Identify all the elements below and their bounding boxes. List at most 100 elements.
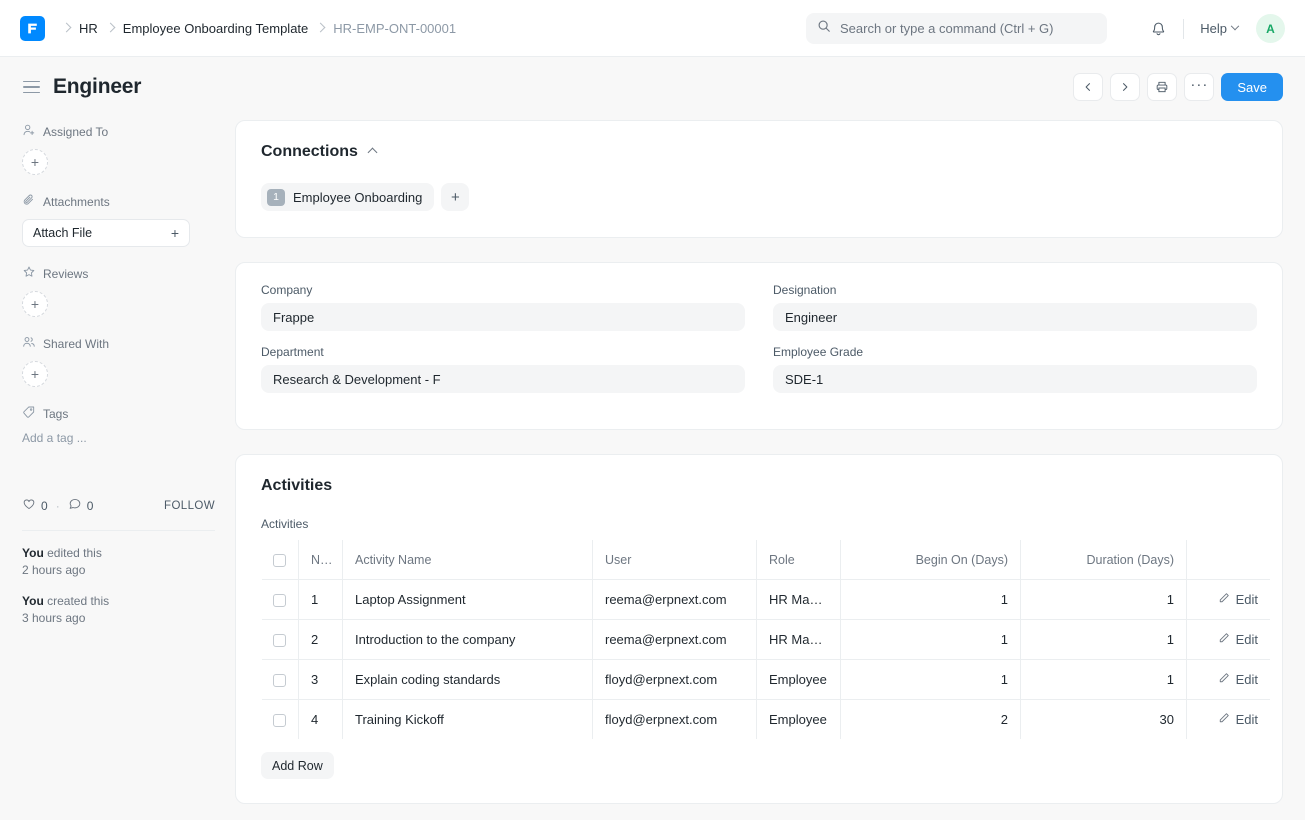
field-designation: Designation Engineer	[773, 283, 1257, 331]
edit-row-button[interactable]: Edit	[1199, 620, 1258, 659]
follow-button[interactable]: FOLLOW	[164, 500, 215, 512]
row-activity-name[interactable]: Explain coding standards	[343, 660, 593, 700]
row-checkbox[interactable]	[273, 674, 286, 687]
row-role[interactable]: HR Mana...	[757, 620, 841, 660]
chevron-up-icon[interactable]	[369, 143, 376, 161]
row-role[interactable]: Employee	[757, 660, 841, 700]
add-tag-input[interactable]: Add a tag ...	[22, 431, 215, 445]
row-begin-on[interactable]: 1	[841, 580, 1021, 620]
like-count: 0	[41, 499, 48, 513]
reviews-label: Reviews	[43, 267, 88, 281]
field-department: Department Research & Development - F	[261, 345, 745, 393]
company-label: Company	[261, 283, 745, 297]
add-review-button[interactable]: +	[22, 291, 48, 317]
company-input[interactable]: Frappe	[261, 303, 745, 331]
edit-label: Edit	[1236, 712, 1258, 727]
row-activity-name[interactable]: Laptop Assignment	[343, 580, 593, 620]
add-assignment-button[interactable]: +	[22, 149, 48, 175]
pencil-icon	[1218, 632, 1230, 647]
header-activity-name: Activity Name	[343, 540, 593, 580]
row-begin-on[interactable]: 1	[841, 620, 1021, 660]
row-select-cell	[262, 580, 299, 620]
row-duration[interactable]: 1	[1021, 580, 1187, 620]
field-company: Company Frappe	[261, 283, 745, 331]
designation-input[interactable]: Engineer	[773, 303, 1257, 331]
hamburger-menu-icon[interactable]	[23, 81, 40, 94]
breadcrumb-item-template[interactable]: Employee Onboarding Template	[118, 19, 314, 38]
stats-separator: ·	[56, 499, 60, 513]
edit-label: Edit	[1236, 632, 1258, 647]
users-icon	[22, 335, 36, 352]
header-duration: Duration (Days)	[1021, 540, 1187, 580]
more-options-button[interactable]: ···	[1184, 73, 1214, 101]
page-header: Engineer ··· Save	[0, 57, 1305, 117]
row-user[interactable]: floyd@erpnext.com	[593, 700, 757, 740]
table-row[interactable]: 4 Training Kickoff floyd@erpnext.com Emp…	[262, 700, 1271, 740]
table-row[interactable]: 2 Introduction to the company reema@erpn…	[262, 620, 1271, 660]
pencil-icon	[1218, 672, 1230, 687]
row-activity-name[interactable]: Training Kickoff	[343, 700, 593, 740]
help-menu-button[interactable]: Help	[1194, 17, 1244, 40]
breadcrumb-item-hr[interactable]: HR	[74, 19, 103, 38]
row-role[interactable]: HR Mana...	[757, 580, 841, 620]
row-select-cell	[262, 660, 299, 700]
add-share-button[interactable]: +	[22, 361, 48, 387]
connections-list: 1 Employee Onboarding +	[261, 183, 1257, 211]
chevron-right-icon[interactable]	[1110, 73, 1140, 101]
help-label: Help	[1200, 21, 1227, 36]
tag-icon	[22, 405, 36, 422]
printer-icon[interactable]	[1147, 73, 1177, 101]
edit-row-button[interactable]: Edit	[1199, 580, 1258, 619]
paperclip-icon	[22, 193, 36, 210]
page-header-actions: ··· Save	[1073, 57, 1283, 117]
edit-row-button[interactable]: Edit	[1199, 660, 1258, 699]
search-box[interactable]	[806, 13, 1107, 44]
assigned-to-header: Assigned To	[22, 123, 215, 140]
row-checkbox[interactable]	[273, 594, 286, 607]
row-duration[interactable]: 1	[1021, 660, 1187, 700]
row-role[interactable]: Employee	[757, 700, 841, 740]
row-user[interactable]: floyd@erpnext.com	[593, 660, 757, 700]
row-user[interactable]: reema@erpnext.com	[593, 620, 757, 660]
shared-with-header: Shared With	[22, 335, 215, 352]
social-stats-row: 0 · 0 FOLLOW	[22, 497, 215, 514]
row-begin-on[interactable]: 1	[841, 660, 1021, 700]
search-container	[806, 13, 1107, 44]
save-button[interactable]: Save	[1221, 73, 1283, 101]
log-action: edited this	[44, 546, 102, 560]
search-input[interactable]	[838, 20, 1096, 37]
connection-count-badge: 1	[267, 189, 285, 206]
details-card: Company Frappe Designation Engineer Depa…	[235, 262, 1283, 430]
table-row[interactable]: 1 Laptop Assignment reema@erpnext.com HR…	[262, 580, 1271, 620]
department-input[interactable]: Research & Development - F	[261, 365, 745, 393]
row-checkbox[interactable]	[273, 714, 286, 727]
navbar-divider	[1183, 19, 1184, 39]
row-duration[interactable]: 30	[1021, 700, 1187, 740]
row-user[interactable]: reema@erpnext.com	[593, 580, 757, 620]
sidebar-section-reviews: Reviews +	[22, 265, 215, 317]
bell-icon[interactable]	[1143, 14, 1173, 44]
add-row-button[interactable]: Add Row	[261, 752, 334, 779]
sidebar-section-shared-with: Shared With +	[22, 335, 215, 387]
row-edit-cell: Edit	[1187, 660, 1271, 700]
table-row[interactable]: 3 Explain coding standards floyd@erpnext…	[262, 660, 1271, 700]
comment-icon[interactable]	[68, 497, 82, 514]
select-all-checkbox[interactable]	[273, 554, 286, 567]
chevron-left-icon[interactable]	[1073, 73, 1103, 101]
heart-icon[interactable]	[22, 497, 36, 514]
row-checkbox[interactable]	[273, 634, 286, 647]
frappe-logo-icon[interactable]	[20, 16, 45, 41]
row-duration[interactable]: 1	[1021, 620, 1187, 660]
avatar[interactable]: A	[1256, 14, 1285, 43]
add-connection-button[interactable]: +	[441, 183, 469, 211]
row-activity-name[interactable]: Introduction to the company	[343, 620, 593, 660]
breadcrumb-item-current: HR-EMP-ONT-00001	[328, 19, 461, 38]
page-title: Engineer	[53, 75, 141, 99]
pencil-icon	[1218, 712, 1230, 727]
edit-row-button[interactable]: Edit	[1199, 700, 1258, 739]
row-begin-on[interactable]: 2	[841, 700, 1021, 740]
chevron-down-icon	[1231, 21, 1239, 29]
connection-employee-onboarding[interactable]: 1 Employee Onboarding	[261, 183, 434, 211]
attach-file-button[interactable]: Attach File +	[22, 219, 190, 247]
employee-grade-input[interactable]: SDE-1	[773, 365, 1257, 393]
